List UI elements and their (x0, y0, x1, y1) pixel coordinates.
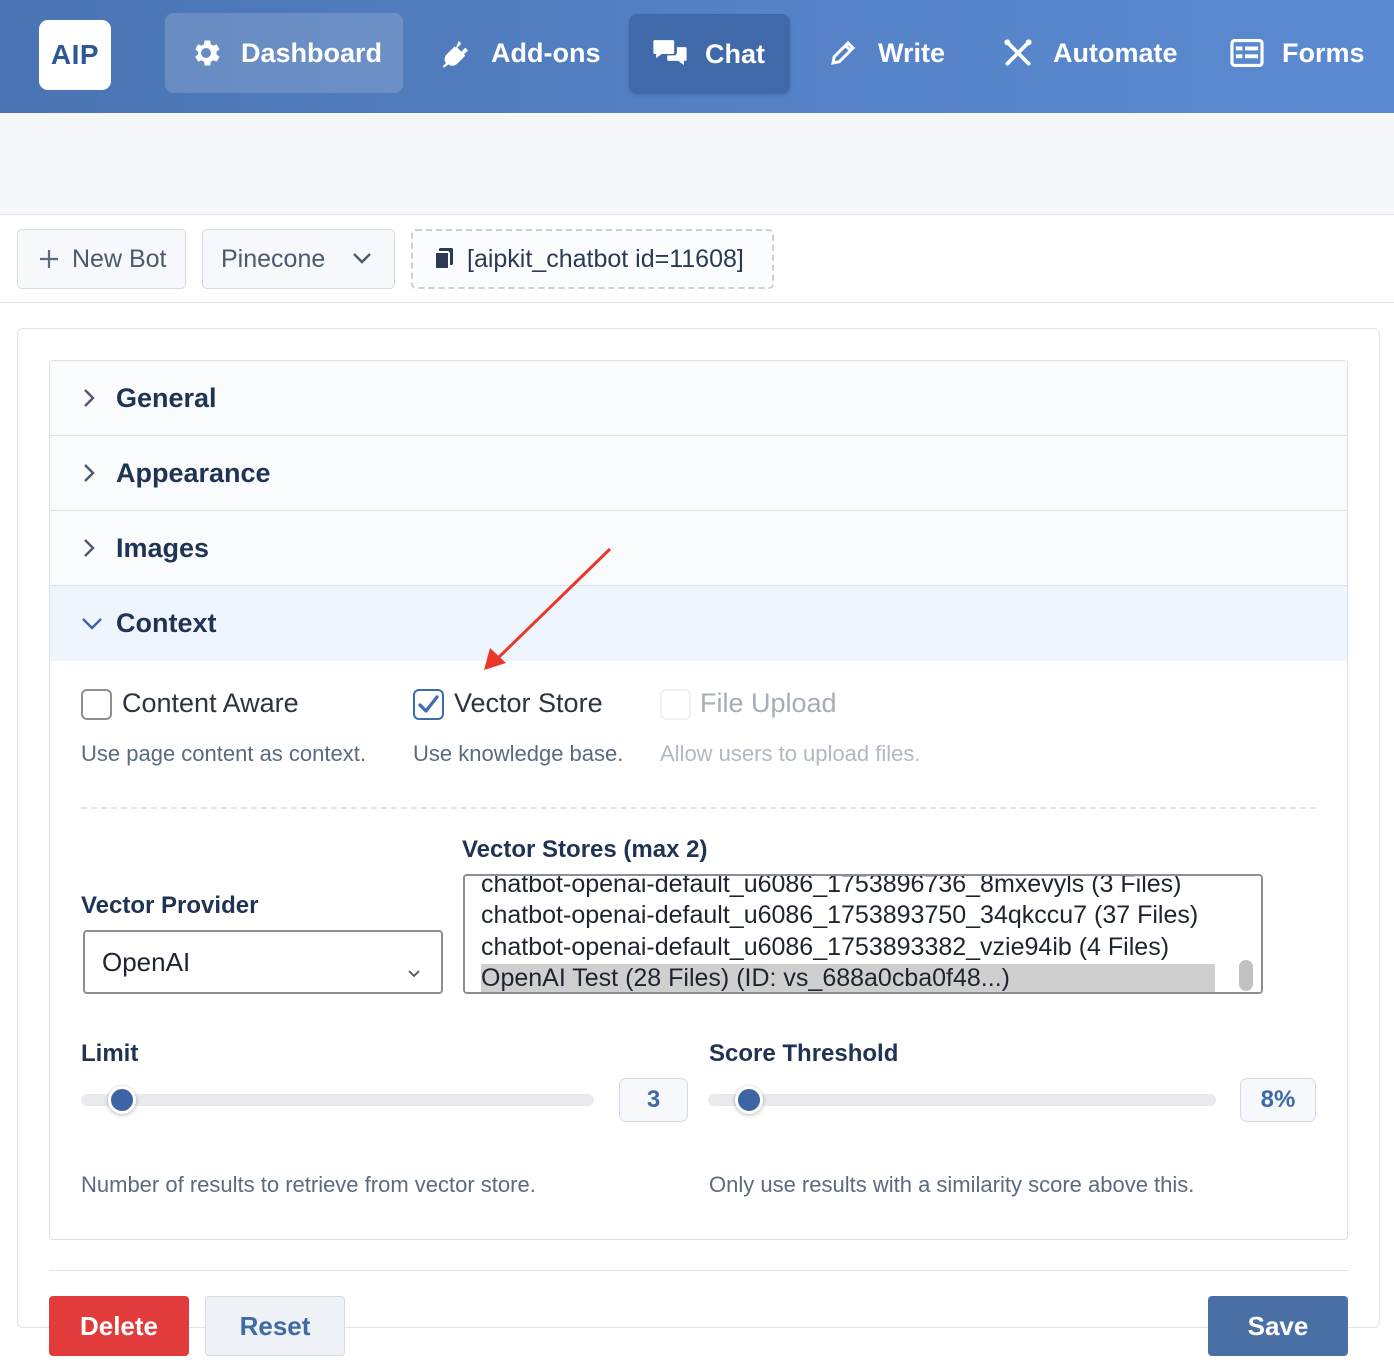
new-bot-button[interactable]: New Bot (17, 229, 186, 289)
chevron-right-icon (80, 461, 104, 485)
limit-value[interactable]: 3 (619, 1078, 688, 1122)
score-threshold-label: Score Threshold (709, 1040, 899, 1067)
chat-bubbles-icon (652, 36, 688, 72)
score-threshold-help: Only use results with a similarity score… (709, 1172, 1195, 1197)
score-threshold-slider-thumb[interactable] (734, 1086, 763, 1114)
nav-write[interactable]: Write (825, 13, 945, 93)
bot-select-value: Pinecone (221, 244, 326, 273)
vector-store-checkbox[interactable] (413, 689, 444, 720)
top-navigation: AIP Dashboard Add-ons Chat Write Automat… (0, 0, 1394, 113)
content-aware-label: Content Aware (122, 688, 299, 718)
nav-chat[interactable]: Chat (629, 14, 790, 94)
section-appearance-header[interactable]: Appearance (50, 436, 1347, 511)
vector-store-option[interactable]: chatbot-openai-default_u6086_1753893382_… (481, 933, 1169, 962)
reset-button[interactable]: Reset (205, 1296, 345, 1356)
footer-divider (49, 1270, 1348, 1271)
vector-provider-select[interactable]: OpenAI (83, 930, 443, 994)
file-upload-help: Allow users to upload files. (660, 741, 921, 766)
new-bot-label: New Bot (72, 244, 167, 273)
pencil-icon (825, 35, 861, 71)
vector-provider-value: OpenAI (102, 946, 191, 977)
section-title: Images (116, 532, 210, 563)
nav-dashboard[interactable]: Dashboard (165, 13, 403, 93)
nav-forms[interactable]: Forms (1229, 13, 1365, 93)
chevron-right-icon (80, 386, 104, 410)
section-title: General (116, 382, 217, 413)
app-logo[interactable]: AIP (39, 20, 111, 90)
listbox-scrollbar[interactable] (1231, 876, 1261, 992)
nav-label: Automate (1053, 37, 1178, 68)
bot-select-dropdown[interactable]: Pinecone (202, 229, 395, 289)
content-aware-help: Use page content as context. (81, 741, 366, 766)
nav-label: Write (878, 37, 946, 68)
tools-icon (1000, 35, 1036, 71)
nav-label: Forms (1282, 37, 1365, 68)
plug-icon (438, 35, 474, 71)
limit-slider-track[interactable] (81, 1094, 594, 1106)
section-title: Context (116, 608, 217, 638)
form-icon (1229, 35, 1265, 71)
delete-button[interactable]: Delete (49, 1296, 189, 1356)
vector-store-help: Use knowledge base. (413, 741, 624, 766)
nav-addons[interactable]: Add-ons (438, 13, 600, 93)
score-threshold-value[interactable]: 8% (1240, 1078, 1316, 1122)
nav-label: Dashboard (241, 37, 383, 68)
limit-help: Number of results to retrieve from vecto… (81, 1172, 536, 1197)
section-context-header[interactable]: Context (50, 586, 1347, 661)
vector-store-option[interactable]: chatbot-openai-default_u6086_1753896736_… (481, 876, 1181, 899)
chevron-down-icon (350, 246, 374, 277)
checkmark-icon (418, 695, 439, 713)
vector-stores-label: Vector Stores (max 2) (462, 836, 708, 863)
chevron-down-icon (80, 615, 104, 633)
copy-icon (433, 247, 455, 271)
scrollbar-thumb[interactable] (1239, 960, 1253, 991)
nav-label: Chat (705, 38, 765, 69)
section-images-header[interactable]: Images (50, 511, 1347, 586)
vector-store-label: Vector Store (454, 688, 603, 718)
chevron-down-icon (407, 956, 421, 987)
plus-icon (38, 248, 60, 270)
section-divider (81, 807, 1316, 809)
content-aware-checkbox[interactable] (81, 689, 112, 720)
shortcode-copy-button[interactable]: [aipkit_chatbot id=11608] (411, 229, 774, 289)
vector-store-option[interactable]: chatbot-openai-default_u6086_1753893750_… (481, 901, 1198, 930)
nav-automate[interactable]: Automate (1000, 13, 1178, 93)
score-threshold-slider-track[interactable] (708, 1094, 1216, 1106)
settings-accordion: General Appearance Images Context (49, 360, 1348, 1240)
vector-provider-label: Vector Provider (81, 892, 259, 919)
header-spacer (0, 113, 1394, 215)
shortcode-text: [aipkit_chatbot id=11608] (467, 244, 744, 273)
section-general-header[interactable]: General (50, 361, 1347, 436)
gear-icon (188, 35, 224, 71)
file-upload-checkbox[interactable] (660, 689, 691, 720)
chevron-right-icon (80, 536, 104, 560)
vector-store-option-selected[interactable]: OpenAI Test (28 Files) (ID: vs_688a0cba0… (481, 964, 1215, 992)
bot-toolbar: New Bot Pinecone [aipkit_chatbot id=1160… (0, 216, 1394, 303)
section-title: Appearance (116, 457, 271, 488)
nav-label: Add-ons (491, 37, 601, 68)
limit-slider-thumb[interactable] (108, 1086, 137, 1114)
limit-label: Limit (81, 1040, 139, 1067)
file-upload-label: File Upload (700, 688, 837, 718)
save-button[interactable]: Save (1208, 1296, 1348, 1356)
vector-stores-listbox[interactable]: chatbot-openai-default_u6086_1753896736_… (463, 874, 1263, 994)
